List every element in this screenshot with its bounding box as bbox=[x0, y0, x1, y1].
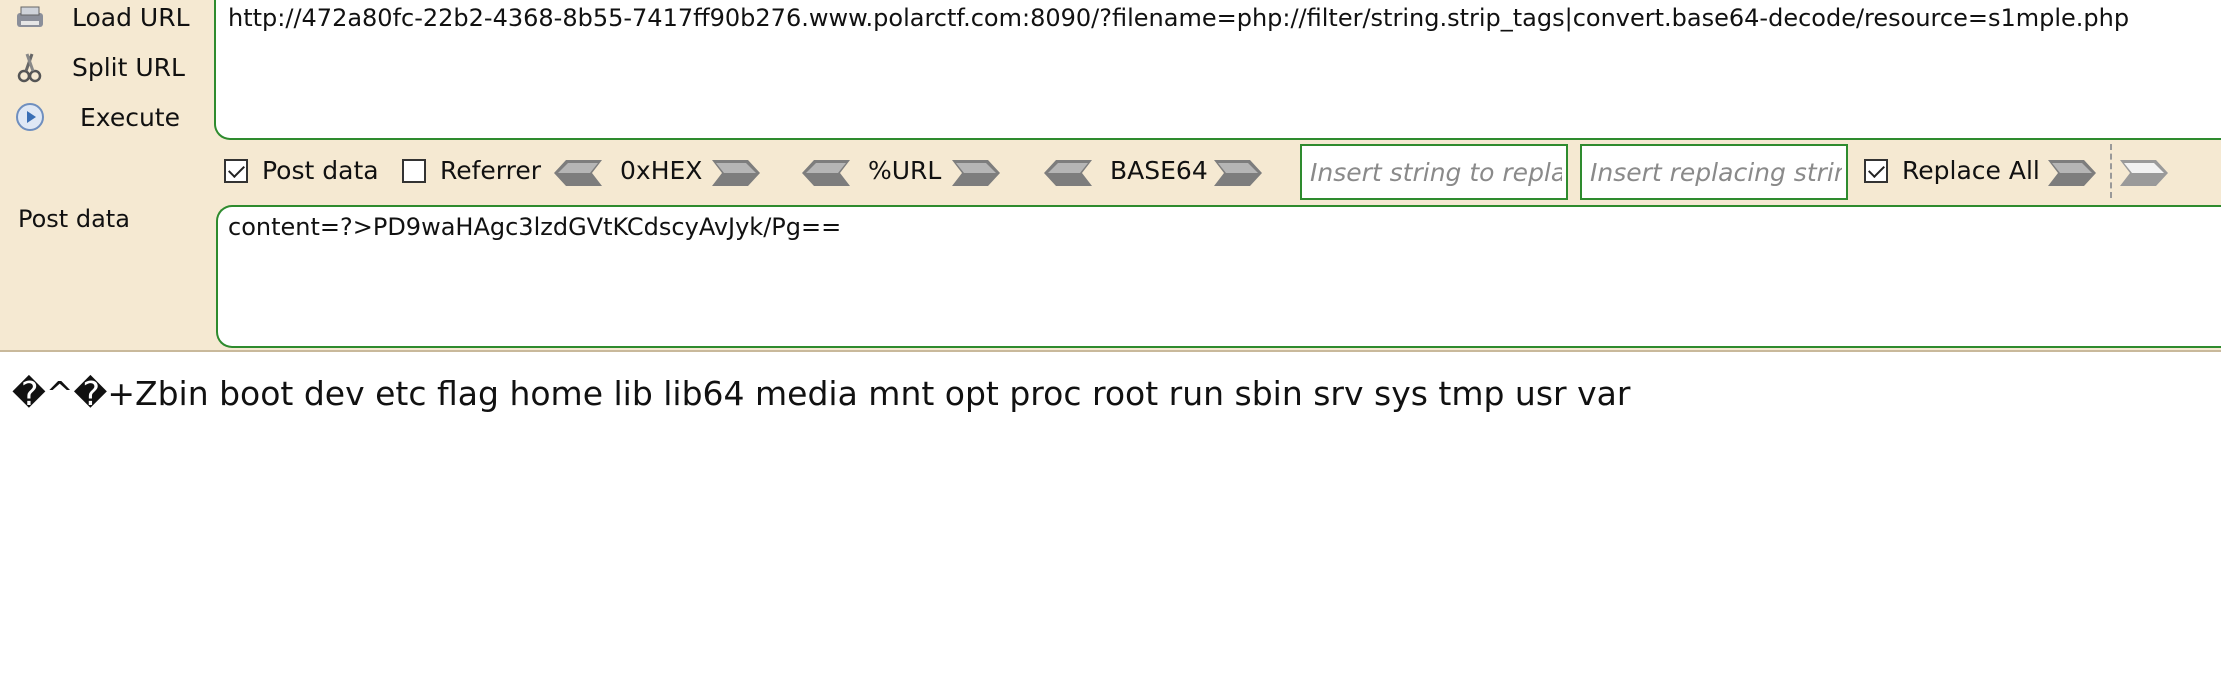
url-input[interactable]: http://472a80fc-22b2-4368-8b55-7417ff90b… bbox=[214, 0, 2221, 140]
load-url-icon bbox=[14, 1, 46, 33]
hex-decode-arrow-icon[interactable] bbox=[554, 160, 602, 186]
base64-encode-arrow-icon[interactable] bbox=[1214, 160, 1262, 186]
referrer-label: Referrer bbox=[440, 156, 542, 185]
load-url-label: Load URL bbox=[72, 2, 190, 32]
toolbar-separator bbox=[2110, 144, 2112, 198]
load-url-button[interactable]: Load URL bbox=[0, 0, 210, 40]
post-data-text: content=?>PD9waHAgc3lzdGVtKCdscyAvJyk/Pg… bbox=[228, 213, 842, 241]
execute-label: Execute bbox=[80, 102, 180, 132]
response-output: �^�+Zbin boot dev etc flag home lib lib6… bbox=[12, 374, 1631, 413]
post-data-checkbox[interactable] bbox=[224, 159, 248, 183]
url-encode-arrow-icon[interactable] bbox=[952, 160, 1000, 186]
split-url-label: Split URL bbox=[72, 52, 185, 82]
hex-encode-arrow-icon[interactable] bbox=[712, 160, 760, 186]
split-url-button[interactable]: Split URL bbox=[0, 44, 210, 90]
referrer-checkbox[interactable] bbox=[402, 159, 426, 183]
replace-reverse-arrow-icon[interactable] bbox=[2120, 160, 2168, 186]
url-encode-label: %URL bbox=[868, 156, 942, 185]
execute-play-icon bbox=[14, 101, 46, 133]
replace-run-arrow-icon[interactable] bbox=[2048, 160, 2096, 186]
post-data-input[interactable]: content=?>PD9waHAgc3lzdGVtKCdscyAvJyk/Pg… bbox=[216, 205, 2221, 348]
hex-label: 0xHEX bbox=[620, 156, 703, 185]
post-data-toggle-label: Post data bbox=[262, 156, 379, 185]
post-data-label: Post data bbox=[18, 205, 130, 233]
scissors-icon bbox=[14, 51, 46, 83]
replace-all-checkbox[interactable] bbox=[1864, 159, 1888, 183]
hackbar-panel: Load URL Split URL Execute http://472a80… bbox=[0, 0, 2221, 352]
url-text: http://472a80fc-22b2-4368-8b55-7417ff90b… bbox=[228, 4, 2130, 32]
replace-find-placeholder: Insert string to replace bbox=[1310, 158, 1562, 187]
execute-button[interactable]: Execute bbox=[0, 94, 210, 140]
base64-decode-arrow-icon[interactable] bbox=[1044, 160, 1092, 186]
replace-with-input[interactable]: Insert replacing string bbox=[1580, 144, 1848, 200]
replace-with-placeholder: Insert replacing string bbox=[1590, 158, 1842, 187]
url-decode-arrow-icon[interactable] bbox=[802, 160, 850, 186]
base64-label: BASE64 bbox=[1110, 156, 1208, 185]
replace-find-input[interactable]: Insert string to replace bbox=[1300, 144, 1568, 200]
replace-all-label: Replace All bbox=[1902, 156, 2040, 185]
